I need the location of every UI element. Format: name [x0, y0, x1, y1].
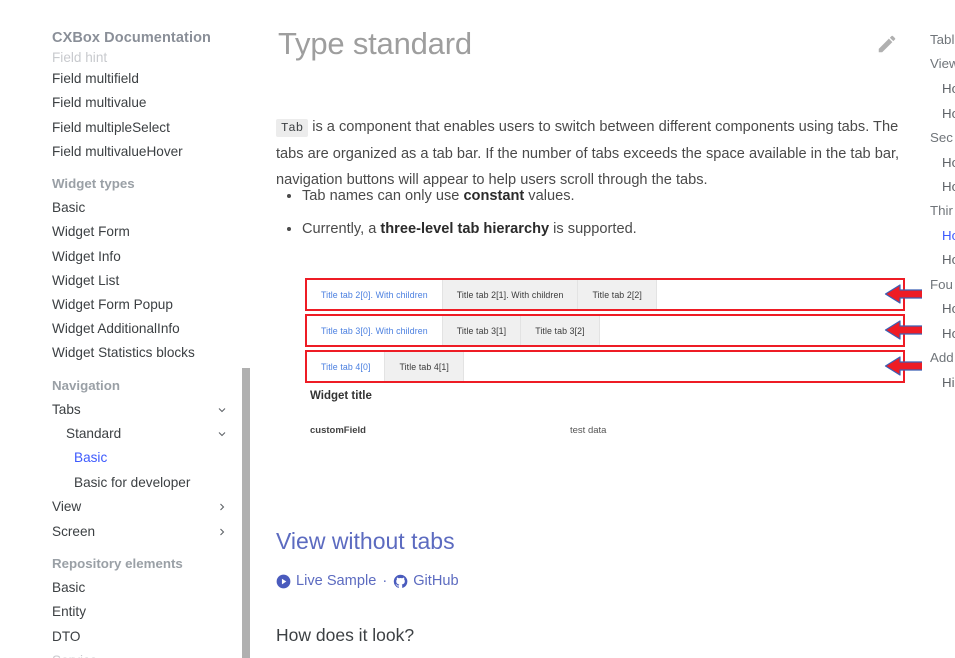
- sidebar-item-basic-for-developer[interactable]: Basic for developer: [74, 475, 190, 491]
- sidebar-group-widget-types: Widget types: [52, 176, 135, 191]
- bullet-text-pre: Tab names can only use: [302, 188, 464, 204]
- tab-bar-empty-space: [463, 352, 903, 381]
- pencil-icon[interactable]: [876, 33, 898, 55]
- toc-item[interactable]: Ho: [942, 106, 955, 121]
- sidebar-scroll-area: CXBox Documentation Field hint Field mult…: [0, 0, 250, 658]
- bullet-item: Currently, a three-level tab hierarchy i…: [302, 216, 906, 242]
- tab-bar-empty-space: [599, 316, 903, 345]
- level-annotation: SECOND LEVEL: [884, 279, 922, 309]
- tab-bar-empty-space: [656, 280, 903, 309]
- tab-level-row: Title tab 2[0]. With children Title tab 2…: [305, 278, 905, 311]
- sidebar-item-basic[interactable]: Basic: [74, 450, 107, 466]
- inline-code-tab: Tab: [276, 118, 309, 137]
- tab-active[interactable]: Title tab 2[0]. With children: [307, 280, 443, 309]
- tab-hierarchy-figure: Title tab 2[0]. With children Title tab 2…: [305, 278, 905, 383]
- bullet-text-pre: Currently, a: [302, 221, 381, 237]
- toc-item[interactable]: Ho: [942, 301, 955, 316]
- sidebar-group-repository-elements: Repository elements: [52, 556, 183, 571]
- chevron-down-icon[interactable]: [216, 428, 228, 440]
- left-arrow-icon: [884, 283, 922, 305]
- level-annotation: THIRD LEVEL: [884, 315, 922, 345]
- tab-active[interactable]: Title tab 4[0]: [307, 352, 386, 381]
- tab-inactive[interactable]: Title tab 3[2]: [521, 316, 600, 345]
- bullet-text-emphasis: three-level tab hierarchy: [380, 221, 550, 237]
- play-circle-icon: [276, 574, 291, 589]
- sidebar-item-widget-list[interactable]: Widget List: [52, 273, 119, 289]
- page-title: Type standard: [278, 26, 472, 61]
- sidebar-item-basic[interactable]: Basic: [52, 580, 85, 596]
- sidebar-item-service[interactable]: Service: [52, 653, 97, 658]
- toc-item[interactable]: Ho: [942, 155, 955, 170]
- toc-item[interactable]: Tabl: [930, 32, 954, 47]
- section-heading-view-without-tabs: View without tabs: [276, 528, 455, 554]
- figure-widget-title: Widget title: [310, 390, 372, 402]
- tab-inactive[interactable]: Title tab 2[2]: [578, 280, 657, 309]
- main-content: Type standard Tab is a component that en…: [250, 0, 922, 658]
- sidebar-item-widget-info[interactable]: Widget Info: [52, 249, 121, 265]
- sidebar-item-widget-form-popup[interactable]: Widget Form Popup: [52, 297, 173, 313]
- sidebar-item-screen[interactable]: Screen: [52, 524, 95, 540]
- toc-item[interactable]: Ho: [942, 326, 955, 341]
- chevron-down-icon[interactable]: [216, 404, 228, 416]
- sidebar-item-field-hint[interactable]: Field hint: [52, 50, 107, 66]
- bullet-text-post: is supported.: [549, 221, 637, 237]
- bullet-item: Tab names can only use constant values.: [302, 183, 906, 209]
- github-link[interactable]: GitHub: [413, 573, 458, 589]
- sidebar-group-navigation: Navigation: [52, 378, 120, 393]
- tab-inactive[interactable]: Title tab 3[1]: [442, 316, 522, 345]
- sidebar-item-basic[interactable]: Basic: [52, 200, 85, 216]
- sidebar-item-view[interactable]: View: [52, 499, 81, 515]
- sidebar-item-dto[interactable]: DTO: [52, 629, 80, 645]
- sidebar-item-widget-additionalinfo[interactable]: Widget AdditionalInfo: [52, 321, 180, 337]
- bullet-text-post: values.: [524, 188, 575, 204]
- toc-item[interactable]: Add: [930, 350, 954, 365]
- subsection-heading-how-does-it-look: How does it look?: [276, 625, 415, 645]
- left-arrow-icon: [884, 319, 922, 341]
- feature-bullet-list: Tab names can only use constant values. C…: [276, 183, 906, 249]
- level-annotation: FOURTH LEVEL: [884, 351, 922, 381]
- sidebar-item-field-multivalue[interactable]: Field multivalue: [52, 95, 146, 111]
- toc-item[interactable]: Fou: [930, 277, 953, 292]
- figure-field-value: test data: [570, 425, 607, 436]
- link-separator: ·: [382, 573, 388, 589]
- tab-inactive[interactable]: Title tab 2[1]. With children: [442, 280, 579, 309]
- chevron-right-icon[interactable]: [216, 526, 228, 538]
- github-icon: [393, 574, 408, 589]
- sidebar-item-widget-statistics-blocks[interactable]: Widget Statistics blocks: [52, 345, 195, 361]
- documentation-page: CXBox Documentation Field hint Field mult…: [0, 0, 955, 658]
- sidebar-item-tabs[interactable]: Tabs: [52, 402, 81, 418]
- tab-level-row: Title tab 3[0]. With children Title tab 3…: [305, 314, 905, 347]
- toc-item[interactable]: Thir: [930, 203, 953, 218]
- toc-item[interactable]: Ho: [942, 179, 955, 194]
- figure-field-label: customField: [310, 425, 366, 436]
- toc-item[interactable]: Ho: [942, 81, 955, 96]
- sidebar-item-widget-form[interactable]: Widget Form: [52, 224, 130, 240]
- toc-item[interactable]: Ho: [942, 228, 955, 243]
- sidebar-item-field-multipleselect[interactable]: Field multipleSelect: [52, 120, 170, 136]
- intro-paragraph: Tab is a component that enables users to…: [276, 114, 906, 193]
- toc-item[interactable]: View: [930, 56, 955, 71]
- intro-text: is a component that enables users to swi…: [276, 118, 900, 188]
- sidebar-item-entity[interactable]: Entity: [52, 604, 86, 620]
- bullet-text-emphasis: constant: [463, 188, 525, 204]
- left-arrow-icon: [884, 355, 922, 377]
- tab-level-row: Title tab 4[0] Title tab 4[1]: [305, 350, 905, 383]
- tab-inactive[interactable]: Title tab 4[1]: [385, 352, 464, 381]
- chevron-right-icon[interactable]: [216, 501, 228, 513]
- sidebar-item-field-multifield[interactable]: Field multifield: [52, 71, 139, 87]
- left-sidebar: CXBox Documentation Field hint Field mult…: [0, 0, 250, 658]
- toc-item[interactable]: Hi: [942, 375, 955, 390]
- sidebar-item-field-multivaluehover[interactable]: Field multivalueHover: [52, 144, 183, 160]
- toc-item[interactable]: Sec: [930, 130, 953, 145]
- tab-active[interactable]: Title tab 3[0]. With children: [307, 316, 443, 345]
- toc-item[interactable]: Ho: [942, 252, 955, 267]
- sidebar-brand-title: CXBox Documentation: [52, 30, 211, 46]
- sidebar-scrollbar-thumb[interactable]: [242, 368, 250, 658]
- sample-links-row: Live Sample · GitHub: [276, 573, 459, 589]
- live-sample-link[interactable]: Live Sample: [296, 573, 376, 589]
- table-of-contents: Tabl View Ho Ho Sec Ho Ho Thir Ho Ho Fou Ho Ho Add Hi: [922, 0, 955, 658]
- sidebar-item-standard[interactable]: Standard: [66, 426, 121, 442]
